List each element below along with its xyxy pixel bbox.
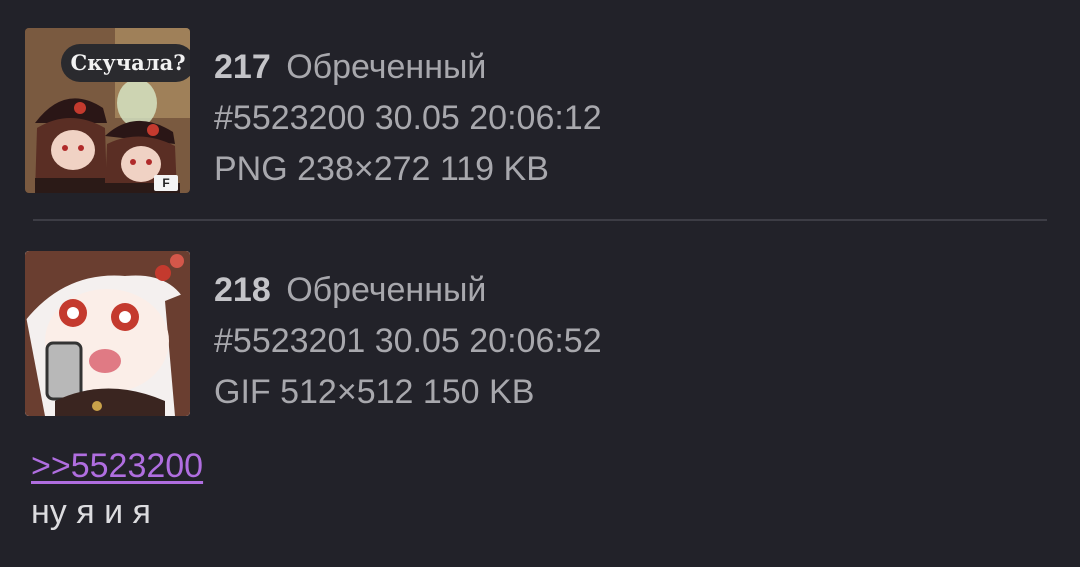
post-divider bbox=[33, 219, 1047, 221]
post-id[interactable]: #5523201 bbox=[214, 322, 365, 360]
file-info: PNG 238×272 119 KB bbox=[214, 150, 549, 188]
post-datetime: 30.05 20:06:52 bbox=[374, 322, 602, 360]
post-meta: 218 Обреченный #5523201 30.05 20:06:52 G… bbox=[214, 265, 602, 418]
post-number[interactable]: 217 bbox=[214, 48, 271, 86]
post-thumbnail-image[interactable] bbox=[25, 251, 190, 416]
post-header-line: 218 Обреченный bbox=[214, 265, 602, 316]
poster-name: Обреченный bbox=[286, 48, 487, 86]
thumbnail-caption: Скучала? bbox=[61, 44, 190, 82]
post-id-line: #5523200 30.05 20:06:12 bbox=[214, 93, 602, 144]
post-comment-text: ну я и я bbox=[31, 493, 151, 531]
poster-name: Обреченный bbox=[286, 271, 487, 309]
post-datetime: 30.05 20:06:12 bbox=[374, 99, 602, 137]
post-id[interactable]: #5523200 bbox=[214, 99, 365, 137]
reply-link[interactable]: >>5523200 bbox=[31, 444, 203, 488]
thumbnail-art-icon bbox=[25, 251, 190, 416]
post-id-line: #5523201 30.05 20:06:52 bbox=[214, 316, 602, 367]
post-number[interactable]: 218 bbox=[214, 271, 271, 309]
file-info: GIF 512×512 150 KB bbox=[214, 373, 535, 411]
file-type-badge: F bbox=[154, 175, 178, 191]
post-meta: 217 Обреченный #5523200 30.05 20:06:12 P… bbox=[214, 42, 602, 195]
post-header-line: 217 Обреченный bbox=[214, 42, 602, 93]
post-thumbnail-image[interactable]: Скучала? F bbox=[25, 28, 190, 193]
